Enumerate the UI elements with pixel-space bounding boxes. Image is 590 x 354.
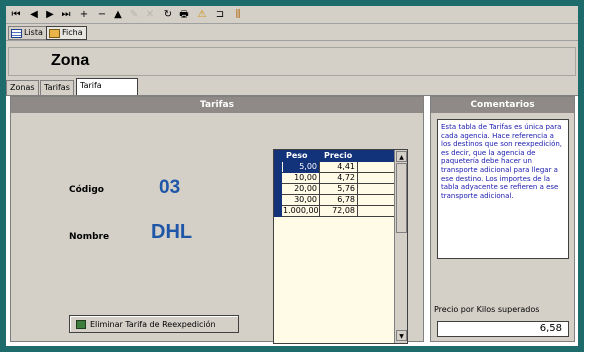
nombre-value: DHL [151, 221, 193, 243]
table-row[interactable]: 20,00 5,76 [274, 184, 395, 195]
scroll-down-icon[interactable]: ▼ [396, 330, 407, 341]
scroll-thumb[interactable] [396, 163, 407, 233]
row-selector[interactable] [274, 184, 282, 195]
add-record-icon[interactable]: + [78, 8, 90, 22]
cell-precio[interactable]: 4,41 [321, 162, 358, 173]
table-row[interactable]: 10,00 4,72 [274, 173, 395, 184]
move-up-icon[interactable]: ▲ [112, 8, 124, 22]
tarifas-header: Tarifas [11, 97, 423, 113]
precio-kilos-input[interactable]: 6,58 [437, 321, 569, 337]
delete-record-icon[interactable]: − [96, 8, 108, 22]
cell-precio[interactable]: 72,08 [321, 206, 358, 217]
form-icon [49, 28, 60, 38]
tarifas-panel: Tarifas Código 03 Nombre DHL Peso Precio… [10, 96, 424, 344]
row-selector[interactable] [274, 195, 282, 206]
cancel-edit-icon[interactable]: ✕ [144, 8, 156, 22]
record-title: Zona [51, 52, 90, 69]
previous-record-icon[interactable]: ◀ [28, 8, 40, 22]
navigation-toolbar: ⏮ ◀ ▶ ⏭ + − ▲ ✎ ✕ ↻ 🖶 ⚠ ⊐ ⫼ [6, 6, 578, 24]
chart-icon[interactable]: ⫼ [232, 8, 244, 22]
precio-kilos-label: Precio por Kilos superados [434, 305, 540, 314]
nombre-label: Nombre [69, 232, 110, 242]
row-selector[interactable] [274, 173, 282, 184]
clip-icon[interactable]: ⊐ [214, 8, 226, 22]
tab-tarifa-reexpedicion[interactable]: Tarifa Reexpedición [76, 78, 138, 104]
app-window: ⏮ ◀ ▶ ⏭ + − ▲ ✎ ✕ ↻ 🖶 ⚠ ⊐ ⫼ Lista Ficha … [6, 6, 578, 346]
comentarios-panel: Comentarios Esta tabla de Tarifas es úni… [430, 96, 575, 342]
view-form-button[interactable]: Ficha [46, 26, 87, 40]
next-record-icon[interactable]: ▶ [44, 8, 56, 22]
cell-precio[interactable]: 4,72 [321, 173, 358, 184]
table-row[interactable]: 1.000,00 72,08 [274, 206, 395, 217]
record-title-box: Zona [8, 47, 576, 76]
delete-tarifa-button[interactable]: Eliminar Tarifa de Reexpedición [69, 315, 239, 333]
cell-peso[interactable]: 20,00 [283, 184, 320, 195]
table-row[interactable]: 30,00 6,78 [274, 195, 395, 206]
cell-peso[interactable]: 5,00 [283, 162, 320, 173]
cell-precio[interactable]: 6,78 [321, 195, 358, 206]
scroll-up-icon[interactable]: ▲ [396, 151, 407, 162]
tab-zonas[interactable]: Zonas [6, 80, 39, 95]
grid-header-row: Peso Precio [274, 150, 395, 162]
cell-precio[interactable]: 5,76 [321, 184, 358, 195]
comentarios-text[interactable]: Esta tabla de Tarifas es única para cada… [437, 119, 569, 259]
tab-tarifas[interactable]: Tarifas [40, 80, 74, 95]
view-list-button[interactable]: Lista [8, 26, 47, 40]
grid-col-peso[interactable]: Peso [286, 151, 308, 160]
list-icon [11, 28, 22, 38]
cell-peso[interactable]: 10,00 [283, 173, 320, 184]
view-list-label: Lista [24, 28, 43, 37]
grid-scrollbar[interactable]: ▲ ▼ [394, 150, 407, 343]
first-record-icon[interactable]: ⏮ [10, 8, 22, 22]
grid-col-precio[interactable]: Precio [324, 151, 352, 160]
warning-icon[interactable]: ⚠ [196, 8, 208, 22]
codigo-label: Código [69, 185, 104, 195]
print-icon[interactable]: 🖶 [178, 8, 190, 22]
view-toggle-bar: Lista Ficha [6, 25, 578, 41]
row-selector[interactable] [274, 206, 282, 217]
delete-tarifa-label: Eliminar Tarifa de Reexpedición [90, 319, 216, 329]
refresh-icon[interactable]: ↻ [162, 8, 174, 22]
tarifas-grid[interactable]: Peso Precio 5,00 4,41 10,00 4,72 20,00 5… [273, 149, 408, 344]
cell-peso[interactable]: 1.000,00 [283, 206, 320, 217]
edit-icon[interactable]: ✎ [128, 8, 140, 22]
last-record-icon[interactable]: ⏭ [60, 8, 72, 22]
view-form-label: Ficha [62, 28, 83, 37]
delete-tarifa-icon [76, 319, 86, 329]
table-row[interactable]: 5,00 4,41 [274, 162, 395, 173]
cell-peso[interactable]: 30,00 [283, 195, 320, 206]
codigo-value: 03 [159, 177, 181, 198]
row-selector[interactable] [274, 162, 282, 173]
comentarios-header: Comentarios [431, 97, 574, 113]
